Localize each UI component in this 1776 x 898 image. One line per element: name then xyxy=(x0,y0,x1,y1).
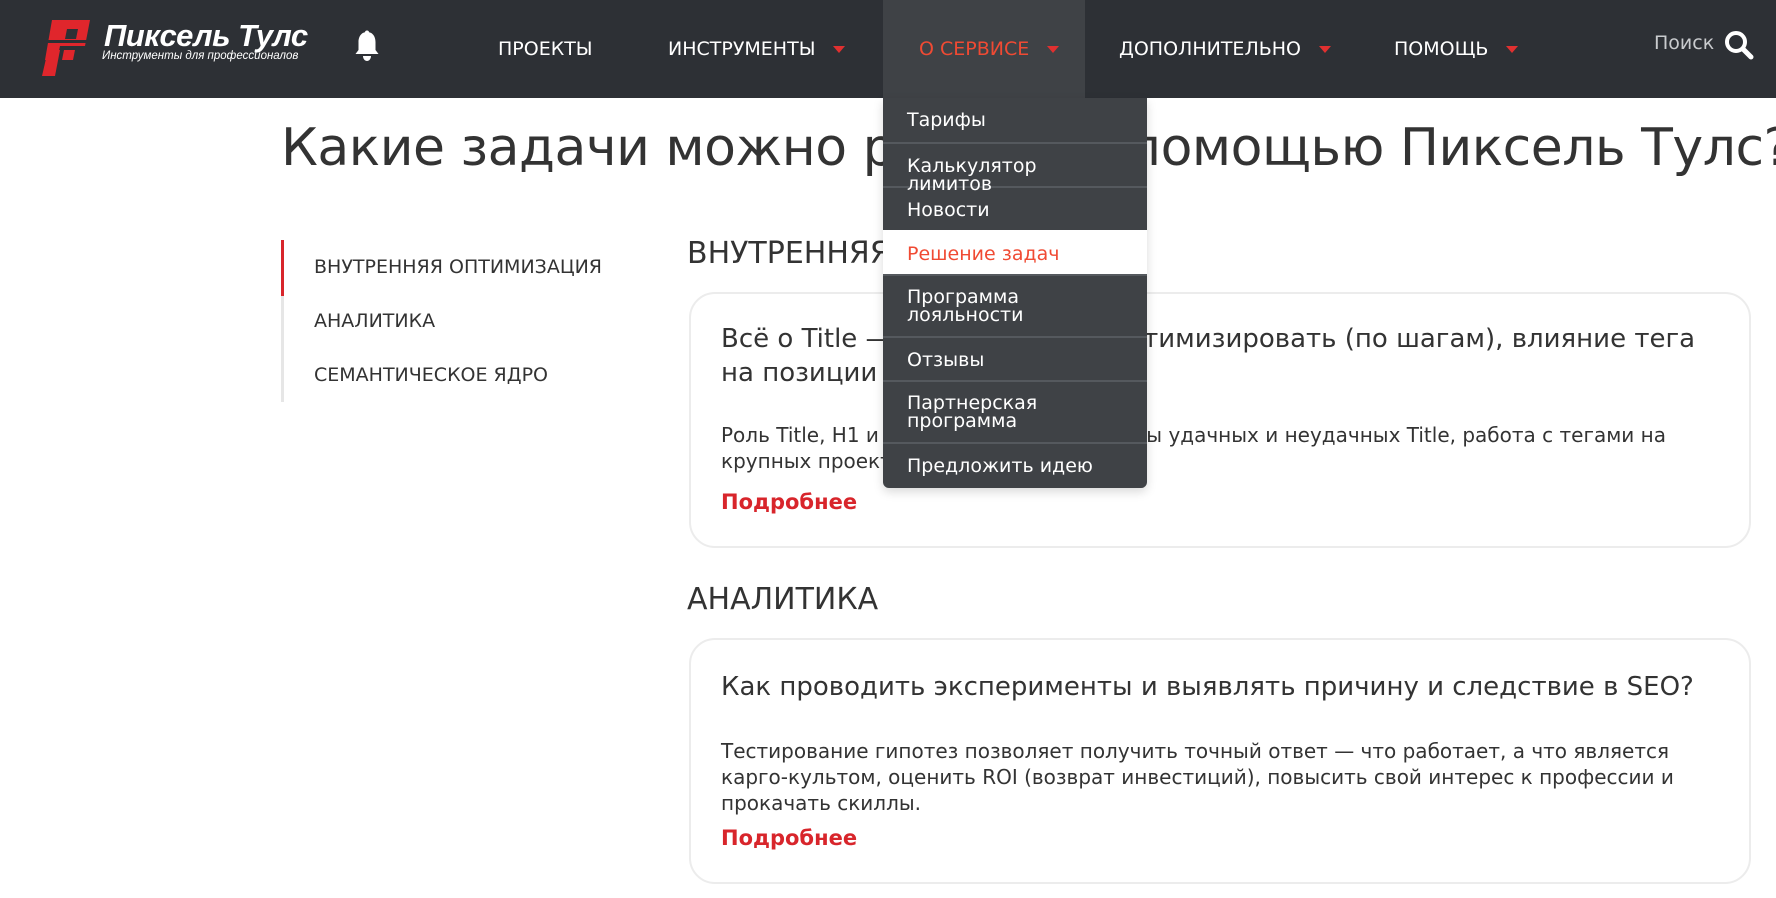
read-more-link[interactable]: Подробнее xyxy=(721,826,857,850)
nav-label: ПОМОЩЬ xyxy=(1394,38,1489,60)
task-card: Как проводить эксперименты и выявлять пр… xyxy=(689,638,1751,884)
nav-item-tools[interactable]: ИНСТРУМЕНТЫ xyxy=(668,0,868,98)
bell-icon[interactable] xyxy=(354,30,380,62)
dropdown-item-suggest-idea[interactable]: Предложить идею xyxy=(883,442,1147,486)
nav-item-projects[interactable]: ПРОЕКТЫ xyxy=(498,0,610,98)
card-title: Всё о Title — как правильно оптимизирова… xyxy=(721,324,1696,388)
caret-down-icon xyxy=(833,45,846,53)
nav-item-additional[interactable]: ДОПОЛНИТЕЛЬНО xyxy=(1119,0,1339,98)
nav-item-help[interactable]: ПОМОЩЬ xyxy=(1394,0,1534,98)
task-card: Всё о Title — как правильно оптимизирова… xyxy=(689,292,1751,548)
caret-down-icon xyxy=(1506,45,1519,53)
dropdown-item-reviews[interactable]: Отзывы xyxy=(883,336,1147,380)
nav-label: ДОПОЛНИТЕЛЬНО xyxy=(1119,38,1302,60)
logo-subtitle: Инструменты для профессионалов xyxy=(102,50,299,62)
card-description: Роль Title, H1 и meta description, приме… xyxy=(721,423,1666,473)
nav-item-about-service[interactable]: О СЕРВИСЕ xyxy=(883,0,1085,98)
toc-active-indicator xyxy=(281,240,284,296)
nav-label: ИНСТРУМЕНТЫ xyxy=(668,38,816,60)
about-service-dropdown: Тарифы Калькулятор лимитов Новости Решен… xyxy=(883,98,1147,488)
logo-title: Пиксель Тулс xyxy=(104,18,308,53)
section-navigation: ВНУТРЕННЯЯ ОПТИМИЗАЦИЯ АНАЛИТИКА СЕМАНТИ… xyxy=(281,240,614,402)
dropdown-item-tariffs[interactable]: Тарифы xyxy=(883,98,1147,142)
card-title: Как проводить эксперименты и выявлять пр… xyxy=(721,672,1694,702)
caret-down-icon xyxy=(1047,45,1060,53)
dropdown-item-limits-calculator[interactable]: Калькулятор лимитов xyxy=(883,142,1147,194)
toc-item-semantic-core[interactable]: СЕМАНТИЧЕСКОЕ ЯДРО xyxy=(314,364,548,386)
toc-item-analytics[interactable]: АНАЛИТИКА xyxy=(314,310,435,332)
nav-label: ПРОЕКТЫ xyxy=(498,38,593,60)
card-description: Тестирование гипотез позволяет получить … xyxy=(721,739,1674,815)
nav-label: О СЕРВИСЕ xyxy=(919,38,1030,60)
site-logo[interactable]: Пиксель Тулс Инструменты для профессиона… xyxy=(40,18,310,78)
search-label[interactable]: Поиск xyxy=(1654,32,1714,54)
search-icon[interactable] xyxy=(1724,30,1754,60)
section-heading-analytics: АНАЛИТИКА xyxy=(687,582,879,617)
top-navigation-bar: Пиксель Тулс Инструменты для профессиона… xyxy=(0,0,1776,98)
dropdown-item-loyalty-program[interactable]: Программа лояльности xyxy=(883,274,1147,336)
dropdown-item-partner-program[interactable]: Партнерская программа xyxy=(883,380,1147,442)
read-more-link[interactable]: Подробнее xyxy=(721,490,857,514)
logo-mark-icon xyxy=(40,20,92,76)
caret-down-icon xyxy=(1319,45,1332,53)
dropdown-item-task-solutions[interactable]: Решение задач xyxy=(883,230,1147,274)
toc-item-internal-optimization[interactable]: ВНУТРЕННЯЯ ОПТИМИЗАЦИЯ xyxy=(314,256,602,278)
